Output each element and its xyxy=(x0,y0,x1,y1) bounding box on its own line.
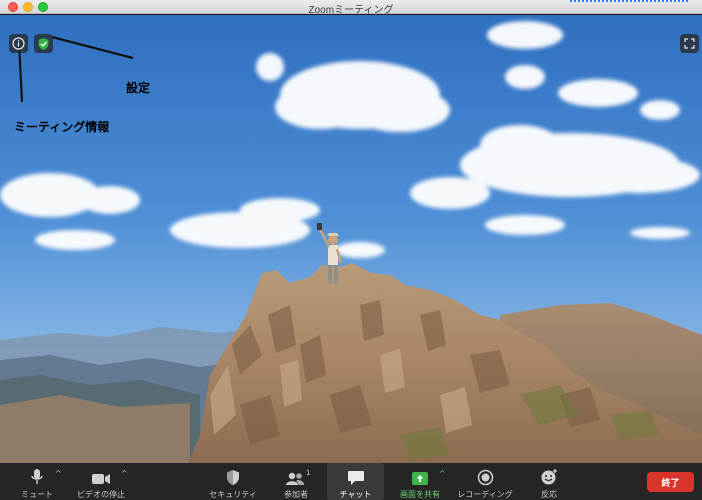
participants-icon xyxy=(285,467,307,486)
stop-video-label: ビデオの停止 xyxy=(77,490,125,499)
share-screen-label: 画面を共有 xyxy=(400,490,440,499)
share-options-chevron-icon[interactable]: ^ xyxy=(439,469,446,478)
meeting-toolbar: ミュート ^ ビデオの停止 ^ セキュリティ 参加者 1 チャット 画面を共有 … xyxy=(0,463,702,500)
participants-button[interactable]: 参加者 xyxy=(274,463,318,500)
security-label: セキュリティ xyxy=(209,490,257,499)
meeting-info-annotation: ミーティング情報 xyxy=(14,120,110,134)
share-screen-icon xyxy=(411,467,429,486)
record-button[interactable]: レコーディング xyxy=(452,463,518,500)
zoom-window: Zoomミーティング 設定 ミーティング情報 ミュート ^ ビデオの停止 ^ セ… xyxy=(0,0,702,500)
record-icon xyxy=(477,467,494,486)
mountain-video-frame xyxy=(0,15,702,463)
participants-count: 1 xyxy=(306,469,311,477)
meeting-info-button[interactable] xyxy=(9,34,28,53)
security-button[interactable]: セキュリティ xyxy=(204,463,262,500)
settings-annotation: 設定 xyxy=(126,81,151,95)
fullscreen-button[interactable] xyxy=(680,34,699,53)
record-label: レコーディング xyxy=(457,490,513,499)
security-shield-icon xyxy=(226,467,240,486)
reactions-button[interactable]: 反応 xyxy=(530,463,568,500)
video-view: 設定 ミーティング情報 xyxy=(0,15,702,463)
encryption-shield-button[interactable] xyxy=(34,34,53,53)
video-camera-icon xyxy=(91,467,111,486)
reactions-label: 反応 xyxy=(541,490,557,499)
fullscreen-icon xyxy=(684,38,695,49)
chat-bubble-icon xyxy=(347,467,365,486)
audio-options-chevron-icon[interactable]: ^ xyxy=(55,469,62,478)
participants-label: 参加者 xyxy=(284,490,308,499)
title-bar: Zoomミーティング xyxy=(0,0,702,16)
mute-button[interactable]: ミュート xyxy=(14,463,60,500)
selection-marker xyxy=(570,0,688,4)
video-options-chevron-icon[interactable]: ^ xyxy=(121,469,128,478)
emoji-add-icon xyxy=(540,467,559,486)
chat-button[interactable]: チャット xyxy=(327,463,384,500)
mute-label: ミュート xyxy=(21,490,53,499)
microphone-icon xyxy=(30,467,44,486)
end-meeting-button[interactable]: 終了 xyxy=(647,472,694,492)
chat-label: チャット xyxy=(339,490,372,499)
shield-check-icon xyxy=(38,37,49,50)
info-icon xyxy=(12,37,25,50)
